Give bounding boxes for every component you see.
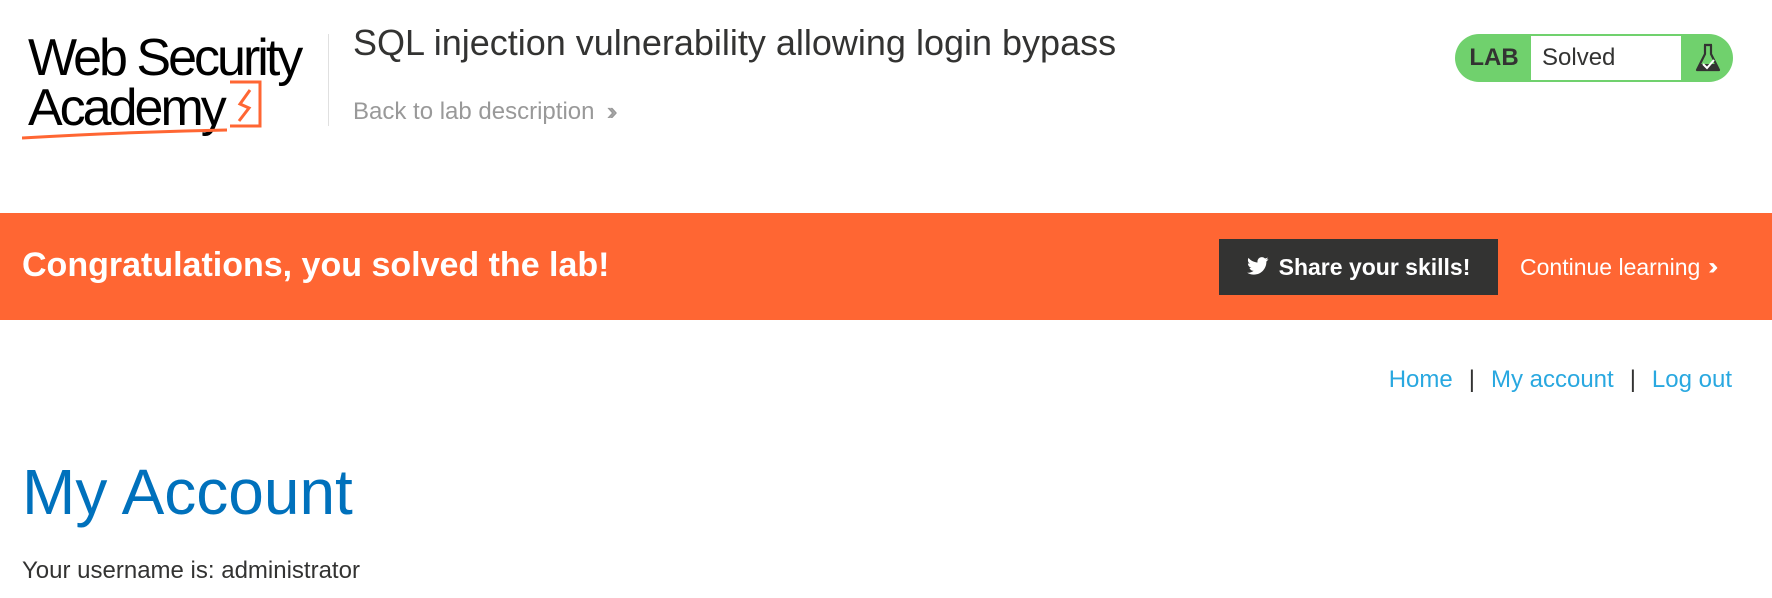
logo-mark-icon bbox=[22, 80, 262, 140]
flask-check-icon bbox=[1683, 34, 1733, 82]
nav-home-link[interactable]: Home bbox=[1389, 366, 1453, 394]
double-chevron-right-icon: ›› bbox=[606, 96, 618, 126]
solved-notification-banner: Congratulations, you solved the lab! Sha… bbox=[0, 213, 1772, 320]
nav-my-account-link[interactable]: My account bbox=[1491, 366, 1614, 394]
username-text: Your username is: administrator bbox=[22, 557, 360, 584]
header-divider bbox=[328, 34, 329, 126]
share-button-label: Share your skills! bbox=[1278, 253, 1471, 280]
back-link-label: Back to lab description bbox=[353, 97, 595, 125]
nav-log-out-link[interactable]: Log out bbox=[1652, 366, 1732, 394]
share-skills-button[interactable]: Share your skills! bbox=[1219, 239, 1498, 295]
lab-tag: LAB bbox=[1469, 44, 1519, 71]
lab-status-text: Solved bbox=[1529, 34, 1683, 82]
academy-header: Web Security Academy SQL injection vulne… bbox=[0, 0, 1772, 213]
account-nav: Home | My account | Log out bbox=[1389, 366, 1732, 394]
double-chevron-right-icon: ›› bbox=[1708, 253, 1718, 280]
continue-learning-link[interactable]: Continue learning ›› bbox=[1520, 253, 1718, 281]
nav-separator: | bbox=[1468, 366, 1475, 393]
twitter-bird-icon bbox=[1246, 254, 1269, 281]
academy-logo[interactable]: Web Security Academy bbox=[22, 28, 325, 143]
nav-separator: | bbox=[1629, 366, 1636, 393]
congratulations-message: Congratulations, you solved the lab! bbox=[22, 246, 610, 284]
lab-status-widget: LAB Solved bbox=[1455, 34, 1733, 82]
lab-title: SQL injection vulnerability allowing log… bbox=[353, 22, 1117, 63]
continue-link-label: Continue learning bbox=[1520, 253, 1701, 280]
page-title: My Account bbox=[22, 456, 353, 528]
back-to-description-link[interactable]: Back to lab description ›› bbox=[353, 96, 618, 127]
